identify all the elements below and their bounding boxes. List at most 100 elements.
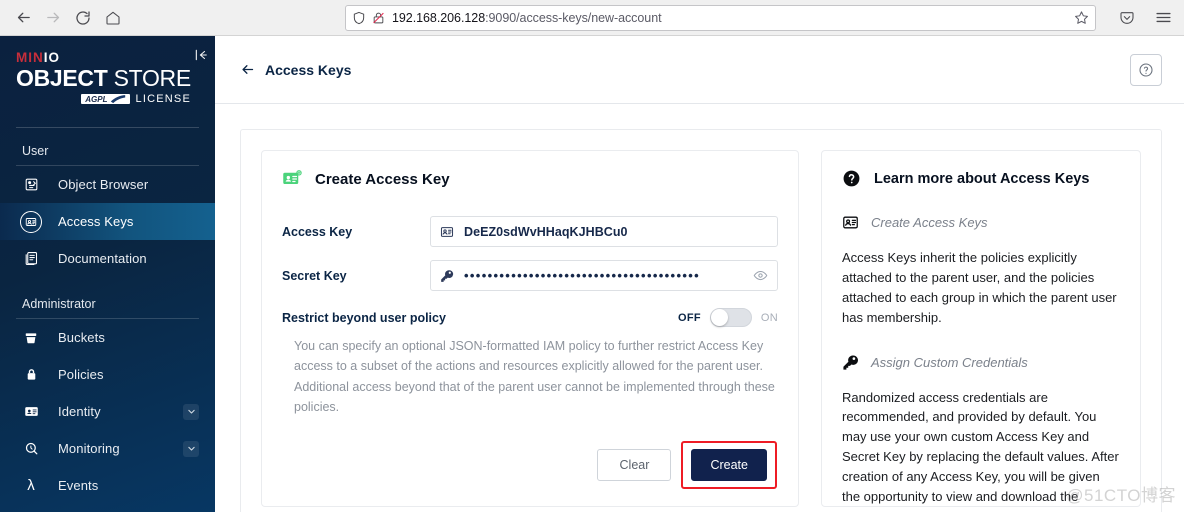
sidebar-item-events[interactable]: λ Events <box>0 467 215 504</box>
eye-icon[interactable] <box>753 268 768 283</box>
info-body-credentials: Randomized access credentials are recomm… <box>842 389 1119 504</box>
collapse-sidebar-icon[interactable] <box>194 48 208 67</box>
help-circle-filled-icon <box>842 169 861 188</box>
info-heading-text: Create Access Keys <box>871 215 988 230</box>
sidebar-item-access-keys[interactable]: Access Keys <box>0 203 215 241</box>
url-path: :9090/access-keys/new-account <box>485 10 662 25</box>
page-title: Access Keys <box>265 61 352 78</box>
agpl-badge: AGPL <box>81 94 130 105</box>
sidebar-section-user: User <box>22 144 49 159</box>
star-icon[interactable] <box>1074 10 1089 25</box>
agpl-swoosh-icon <box>110 95 125 104</box>
breadcrumb-back-link[interactable]: Access Keys <box>240 62 351 78</box>
access-key-input[interactable]: DeEZ0sdWvHHaqKJHBCu0 <box>430 216 778 247</box>
access-key-row: Access Key DeEZ0sdWvHHaqKJHBCu0 <box>282 216 778 247</box>
license-row: AGPL LICENSE <box>16 93 199 105</box>
url-host: 192.168.206.128 <box>392 10 486 25</box>
sidebar-item-policies[interactable]: Policies <box>0 356 215 393</box>
sidebar-section-administrator: Administrator <box>22 297 96 312</box>
sidebar-item-label: Events <box>58 478 99 494</box>
pocket-icon[interactable] <box>1114 4 1140 32</box>
clear-button[interactable]: Clear <box>597 448 672 481</box>
browser-toolbar: 192.168.206.128:9090/access-keys/new-acc… <box>0 0 1184 36</box>
sidebar-item-label: Monitoring <box>58 441 120 457</box>
sidebar-item-monitoring[interactable]: Monitoring <box>0 430 215 467</box>
shield-icon[interactable] <box>352 11 366 25</box>
object-browser-icon <box>20 174 42 196</box>
main-content: Access Keys Create Access Key Access Key… <box>215 36 1184 512</box>
logo-io: IO <box>43 50 61 65</box>
agpl-text: AGPL <box>85 95 108 105</box>
home-icon[interactable] <box>98 4 128 32</box>
hamburger-menu-icon[interactable] <box>1150 4 1176 32</box>
events-lambda-icon: λ <box>27 477 35 495</box>
access-key-label: Access Key <box>282 224 353 239</box>
minio-logo[interactable]: MINIO OBJECT STORE AGPL LICENSE <box>0 36 215 113</box>
logo-minio-wordmark: MINIO <box>16 50 199 65</box>
identity-card-icon <box>20 401 42 423</box>
restrict-policy-toggle[interactable] <box>709 308 752 327</box>
create-access-key-panel: Create Access Key Access Key DeEZ0sdWvHH… <box>240 129 1162 512</box>
create-access-key-form: Create Access Key Access Key DeEZ0sdWvHH… <box>261 150 799 507</box>
info-heading-text: Assign Custom Credentials <box>871 354 1028 370</box>
id-card-icon <box>842 214 859 231</box>
logo-object: OBJECT <box>16 65 108 91</box>
secret-key-label: Secret Key <box>282 268 347 283</box>
form-title: Create Access Key <box>315 170 450 188</box>
toggle-off-label: OFF <box>677 311 701 324</box>
access-key-value: DeEZ0sdWvHHaqKJHBCu0 <box>464 224 628 239</box>
content-area: Create Access Key Access Key DeEZ0sdWvHH… <box>215 104 1184 512</box>
create-button[interactable]: Create <box>691 448 767 481</box>
sidebar-item-identity[interactable]: Identity <box>0 393 215 430</box>
create-button-highlight: Create <box>681 440 777 489</box>
key-icon <box>842 354 859 371</box>
toggle-on-label: ON <box>760 311 778 324</box>
info-section-heading-create: Create Access Keys <box>842 214 1120 231</box>
sidebar-item-label: Object Browser <box>58 177 149 193</box>
policies-lock-icon <box>20 364 42 386</box>
logo-store: STORE <box>113 65 192 91</box>
page-header: Access Keys <box>215 36 1184 104</box>
learn-more-panel: Learn more about Access Keys Create Acce… <box>821 150 1141 507</box>
logo-object-store: OBJECT STORE <box>16 66 199 90</box>
secret-key-value: •••••••••••••••••••••••••••••••••••••••• <box>464 268 701 283</box>
secret-key-row: Secret Key •••••••••••••••••••••••••••••… <box>282 260 778 291</box>
form-actions: Clear Create <box>282 440 778 489</box>
form-title-row: Create Access Key <box>282 169 778 189</box>
reload-icon[interactable] <box>68 4 98 32</box>
address-bar[interactable]: 192.168.206.128:9090/access-keys/new-acc… <box>345 4 1096 31</box>
restrict-policy-toggle-group: OFF ON <box>678 308 778 327</box>
restrict-policy-row: Restrict beyond user policy OFF ON <box>282 308 778 327</box>
sidebar-item-documentation[interactable]: Documentation <box>0 240 215 277</box>
arrow-left-icon <box>240 62 255 77</box>
forward-icon[interactable] <box>38 4 68 32</box>
toggle-knob <box>710 309 728 326</box>
monitoring-search-icon <box>20 438 42 460</box>
help-question-icon[interactable] <box>1130 53 1162 86</box>
info-section-heading-credentials: Assign Custom Credentials <box>842 354 1120 371</box>
logo-min: MIN <box>16 50 44 65</box>
chevron-down-icon[interactable] <box>183 403 199 420</box>
learn-more-title: Learn more about Access Keys <box>874 170 1090 187</box>
address-bar-icons <box>352 11 392 25</box>
secret-key-input[interactable]: •••••••••••••••••••••••••••••••••••••••• <box>430 260 778 291</box>
license-label: LICENSE <box>135 93 191 106</box>
sidebar-item-label: Documentation <box>58 251 147 267</box>
chevron-down-icon[interactable] <box>183 440 199 457</box>
lock-crossed-icon[interactable] <box>372 11 385 25</box>
info-body-create: Access Keys inherit the policies explici… <box>842 250 1117 325</box>
learn-more-title-row: Learn more about Access Keys <box>842 169 1120 188</box>
sidebar-item-buckets[interactable]: Buckets <box>0 319 215 356</box>
sidebar-item-object-browser[interactable]: Object Browser <box>0 166 215 203</box>
url-text: 192.168.206.128:9090/access-keys/new-acc… <box>392 11 662 25</box>
documentation-icon <box>20 248 42 270</box>
back-icon[interactable] <box>8 4 38 32</box>
key-icon <box>440 269 454 283</box>
sidebar-item-label: Access Keys <box>58 214 134 230</box>
create-access-key-icon <box>282 169 302 189</box>
restrict-policy-label: Restrict beyond user policy <box>282 310 446 325</box>
sidebar-item-label: Policies <box>58 367 104 383</box>
bucket-icon <box>20 327 42 349</box>
sidebar-item-label: Buckets <box>58 330 105 346</box>
restrict-policy-description: You can specify an optional JSON-formatt… <box>294 339 775 415</box>
